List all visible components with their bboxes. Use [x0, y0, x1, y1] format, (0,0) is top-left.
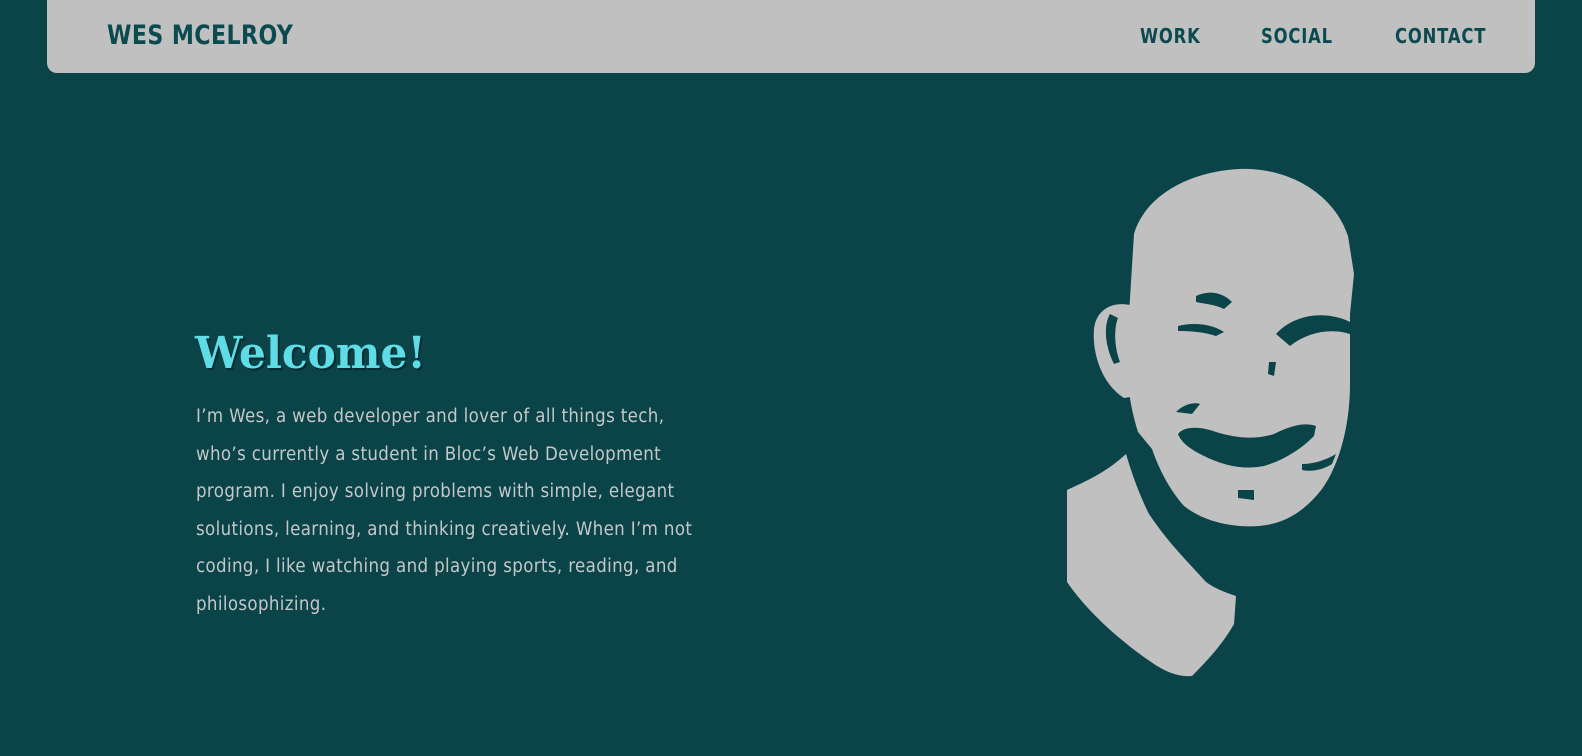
intro-paragraph: I’m Wes, a web developer and lover of al… — [196, 398, 786, 624]
intro-line: solutions, learning, and thinking creati… — [196, 518, 693, 540]
intro-line: philosophizing. — [196, 593, 327, 615]
intro-line: program. I enjoy solving problems with s… — [196, 481, 675, 503]
welcome-heading: Welcome! — [195, 328, 426, 379]
nav-work-link[interactable]: WORK — [1140, 20, 1201, 52]
portrait-head-shape — [1126, 168, 1354, 527]
portrait-illustration — [1067, 168, 1354, 677]
brand-logo-link[interactable]: WES MCELROY — [107, 16, 293, 56]
intro-line: I’m Wes, a web developer and lover of al… — [196, 406, 665, 427]
nav-contact-link[interactable]: CONTACT — [1395, 20, 1486, 52]
top-navbar: WES MCELROY WORK SOCIAL CONTACT — [47, 0, 1535, 73]
intro-line: who’s currently a student in Bloc’s Web … — [196, 443, 662, 465]
nav-social-link[interactable]: SOCIAL — [1261, 20, 1333, 52]
intro-line: coding, I like watching and playing spor… — [196, 556, 678, 578]
